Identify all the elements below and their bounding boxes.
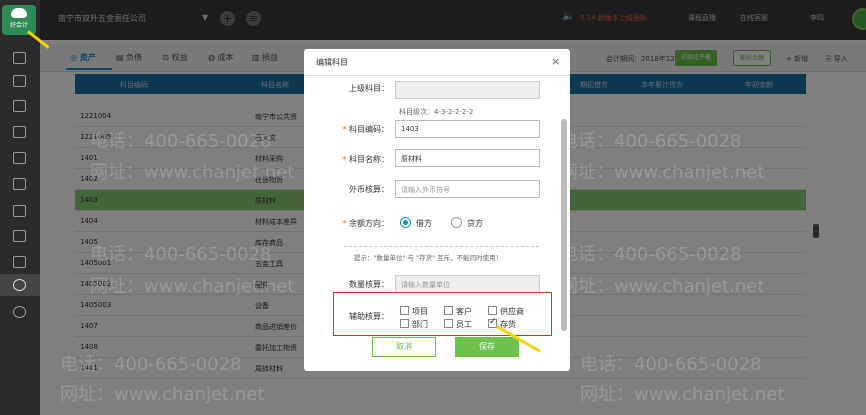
chart-icon[interactable]	[13, 100, 26, 112]
watermark-url: 网址：www.chanjet.net	[90, 162, 295, 183]
logo-label: 好会计	[9, 22, 28, 29]
close-icon[interactable]: ×	[551, 55, 560, 68]
name-label: * 科目名称：	[342, 155, 389, 164]
checkbox-customer-label: 客户	[456, 307, 472, 316]
checkbox-project[interactable]	[400, 306, 409, 315]
watermark-phone: 电话：400-665-0028	[560, 244, 742, 265]
watermark-phone: 电话：400-665-0028	[560, 131, 742, 152]
app-logo[interactable]: 好会计	[2, 5, 36, 35]
watermark-url: 网址：www.chanjet.net	[560, 162, 765, 183]
subject-name-input[interactable]: 原材料	[395, 149, 540, 167]
parent-subject-label: 上级科目：	[349, 84, 389, 93]
checkbox-project-label: 项目	[412, 307, 428, 316]
subject-code-input[interactable]: 1403	[395, 120, 540, 138]
code-label: * 科目编码：	[342, 125, 389, 134]
watermark-url: 网址：www.chanjet.net	[560, 276, 765, 297]
watermark-phone: 电话：400-665-0028	[90, 244, 272, 265]
watermark-phone: 电话：400-665-0028	[60, 354, 242, 375]
radio-credit-label: 贷方	[467, 219, 483, 228]
auxiliary-label: 辅助核算：	[349, 312, 389, 321]
asset-icon[interactable]	[13, 178, 26, 190]
user-icon[interactable]	[13, 230, 26, 242]
currency-label: 外币核算：	[349, 185, 389, 194]
checkbox-department[interactable]	[400, 319, 409, 328]
checkbox-employee-label: 员工	[456, 320, 472, 329]
gauge-icon[interactable]	[13, 306, 26, 318]
level-hint: 科目级次：4-3-2-2-2-2	[399, 108, 474, 116]
parent-subject-field	[395, 81, 540, 99]
currency-input[interactable]: 请输入外币符号	[395, 180, 540, 198]
edit-subject-dialog: 编辑科目 × 上级科目： 科目级次：4-3-2-2-2-2 * 科目编码： 14…	[304, 49, 570, 371]
cloud-icon	[11, 8, 27, 18]
report-icon[interactable]	[13, 126, 26, 138]
radio-debit-label: 借方	[416, 219, 432, 228]
radio-debit[interactable]	[400, 217, 411, 228]
dialog-scrollbar[interactable]	[561, 119, 567, 331]
ledger-icon[interactable]	[13, 75, 26, 87]
watermark-url: 网址：www.chanjet.net	[90, 276, 295, 297]
book-icon[interactable]	[13, 152, 26, 164]
export-icon[interactable]	[13, 256, 26, 268]
quantity-label: 数量核算：	[349, 280, 389, 289]
watermark-url: 网址：www.chanjet.net	[580, 384, 785, 405]
save-button[interactable]: 保存	[455, 337, 519, 357]
watermark-phone: 电话：400-665-0028	[580, 354, 762, 375]
watermark-phone: 电话：400-665-0028	[90, 131, 272, 152]
watermark-url: 网址：www.chanjet.net	[60, 384, 265, 405]
left-rail: 好会计	[0, 0, 40, 415]
checkbox-supplier-label: 供应商	[500, 307, 524, 316]
checkbox-employee[interactable]	[444, 319, 453, 328]
dialog-divider	[304, 75, 570, 76]
checkbox-customer[interactable]	[444, 306, 453, 315]
dialog-title: 编辑科目	[316, 58, 348, 67]
invoice-icon[interactable]	[13, 205, 26, 217]
quantity-hint: 提示："数量单位" 与 "存货" 互斥，不能同时使用！	[354, 254, 503, 262]
document-icon[interactable]	[13, 52, 26, 64]
cancel-button[interactable]: 取消	[372, 337, 436, 357]
dashed-divider	[344, 246, 539, 247]
radio-credit[interactable]	[451, 217, 462, 228]
checkbox-supplier[interactable]	[488, 306, 497, 315]
checkbox-department-label: 部门	[412, 320, 428, 329]
quantity-unit-input[interactable]: 请输入数量单位	[395, 275, 540, 293]
direction-label: * 余额方向：	[342, 219, 389, 228]
settings-icon[interactable]	[13, 279, 26, 291]
